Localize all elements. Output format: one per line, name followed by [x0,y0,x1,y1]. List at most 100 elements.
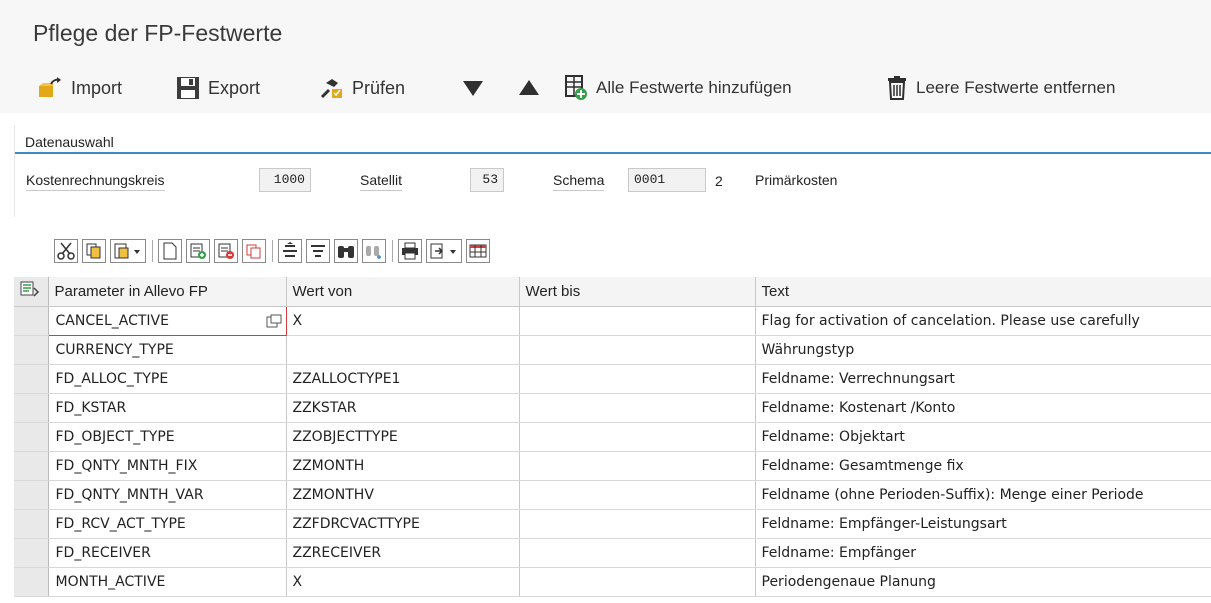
find-button[interactable] [334,239,358,263]
move-up-button[interactable] [518,74,548,102]
parameter-cell[interactable]: FD_QNTY_MNTH_VAR [48,480,287,510]
value-from-cell[interactable]: ZZOBJECTTYPE [286,422,520,452]
printer-icon [402,242,418,260]
select-all-button[interactable] [14,277,49,307]
row-selector[interactable] [14,422,49,452]
parameter-cell[interactable]: FD_OBJECT_TYPE [48,422,287,452]
value-to-cell[interactable] [519,480,756,510]
duplicate-row-button[interactable] [242,239,266,263]
parameter-cell[interactable]: FD_QNTY_MNTH_FIX [48,451,287,481]
text-cell: Flag for activation of cancelation. Plea… [755,306,1211,336]
check-button[interactable]: Prüfen [320,74,405,102]
parameter-cell[interactable]: FD_ALLOC_TYPE [48,364,287,394]
row-selector[interactable] [14,567,49,597]
title-bar: Pflege der FP-Festwerte [0,0,1211,63]
sort-descending-icon [311,245,325,257]
parameter-cell[interactable]: FD_RECEIVER [48,538,287,568]
fixed-values-table: Parameter in Allevo FP Wert von Wert bis… [14,277,1211,597]
triangle-up-icon [519,80,539,95]
value-from-cell[interactable]: ZZMONTHV [286,480,520,510]
value-help-icon[interactable] [266,314,282,328]
value-to-cell[interactable] [519,538,756,568]
row-selector[interactable] [14,364,49,394]
print-button[interactable] [398,239,422,263]
insert-row-icon [190,243,206,259]
binoculars-icon [338,246,354,258]
layout-button[interactable] [466,239,490,263]
schema-field[interactable]: 0001 [628,168,706,192]
export-grid-button[interactable] [426,239,462,263]
insert-row-button[interactable] [186,239,210,263]
value-to-cell[interactable] [519,567,756,597]
paste-button[interactable] [110,239,146,263]
application-toolbar: Import Export Prüfen Alle Festwerte hinz… [0,63,1211,113]
add-all-label: Alle Festwerte hinzufügen [596,78,792,97]
value-from-cell[interactable] [286,335,520,365]
find-next-button[interactable] [362,239,386,263]
sort-descending-button[interactable] [306,239,330,263]
row-selector[interactable] [14,538,49,568]
value-from-cell[interactable]: X [286,306,520,336]
text-cell: Währungstyp [755,335,1211,365]
copy-button[interactable] [82,239,106,263]
value-to-cell[interactable] [519,509,756,539]
table-row: MONTH_ACTIVE X Periodengenaue Planung [14,567,1211,597]
value-from-cell[interactable]: ZZFDRCVACTTYPE [286,509,520,539]
value-to-cell[interactable] [519,422,756,452]
parameter-cell[interactable]: FD_RCV_ACT_TYPE [48,509,287,539]
parameter-cell[interactable]: FD_KSTAR [48,393,287,423]
value-to-cell[interactable] [519,451,756,481]
add-all-fixed-values-button[interactable]: Alle Festwerte hinzufügen [564,74,792,102]
value-to-cell[interactable] [519,306,756,336]
value-from-cell[interactable]: ZZRECEIVER [286,538,520,568]
table-row: CURRENCY_TYPE Währungstyp [14,335,1211,365]
grid-toolbar [54,237,494,265]
column-header-value-to[interactable]: Wert bis [519,277,756,307]
delete-row-button[interactable] [214,239,238,263]
move-down-button[interactable] [462,74,492,102]
row-selector[interactable] [14,335,49,365]
table-row: CANCEL_ACTIVE X Flag for activation of c… [14,305,1211,336]
cut-button[interactable] [54,239,78,263]
column-header-value-from[interactable]: Wert von [286,277,520,307]
remove-empty-fixed-values-button[interactable]: Leere Festwerte entfernen [886,74,1115,102]
controlling-area-field[interactable]: 1000 [259,168,311,192]
export-button[interactable]: Export [176,74,260,102]
satellite-field[interactable]: 53 [470,168,504,192]
table-row: FD_QNTY_MNTH_FIX ZZMONTH Feldname: Gesam… [14,451,1211,481]
new-row-button[interactable] [158,239,182,263]
value-from-cell[interactable]: ZZMONTH [286,451,520,481]
blank-page-icon [163,242,177,260]
value-from-cell[interactable]: ZZKSTAR [286,393,520,423]
value-to-cell[interactable] [519,335,756,365]
check-label: Prüfen [352,77,406,98]
schema-label: Schema [553,172,605,191]
text-cell: Feldname: Verrechnungsart [755,364,1211,394]
check-tool-icon [320,79,342,99]
table-row: FD_OBJECT_TYPE ZZOBJECTTYPE Feldname: Ob… [14,422,1211,452]
row-selector[interactable] [14,451,49,481]
remove-empty-label: Leere Festwerte entfernen [916,78,1116,97]
import-button[interactable]: Import [37,74,122,102]
row-selector[interactable] [14,509,49,539]
page-title: Pflege der FP-Festwerte [33,20,283,46]
triangle-down-icon [463,81,483,96]
parameter-cell[interactable]: MONTH_ACTIVE [48,567,287,597]
text-cell: Feldname (ohne Perioden-Suffix): Menge e… [755,480,1211,510]
sort-ascending-button[interactable] [278,239,302,263]
parameter-cell[interactable]: CURRENCY_TYPE [48,335,287,365]
parameter-cell[interactable]: CANCEL_ACTIVE [47,305,287,336]
value-to-cell[interactable] [519,393,756,423]
row-selector[interactable] [14,480,49,510]
value-to-cell[interactable] [519,364,756,394]
toolbar-separator [152,240,153,262]
column-header-text[interactable]: Text [755,277,1211,307]
row-selector[interactable] [14,306,49,336]
text-cell: Feldname: Kostenart /Konto [755,393,1211,423]
table-row: FD_RECEIVER ZZRECEIVER Feldname: Empfäng… [14,538,1211,568]
column-header-parameter[interactable]: Parameter in Allevo FP [48,277,287,307]
row-selector[interactable] [14,393,49,423]
value-from-cell[interactable]: X [286,567,520,597]
trash-icon [888,76,906,100]
value-from-cell[interactable]: ZZALLOCTYPE1 [286,364,520,394]
